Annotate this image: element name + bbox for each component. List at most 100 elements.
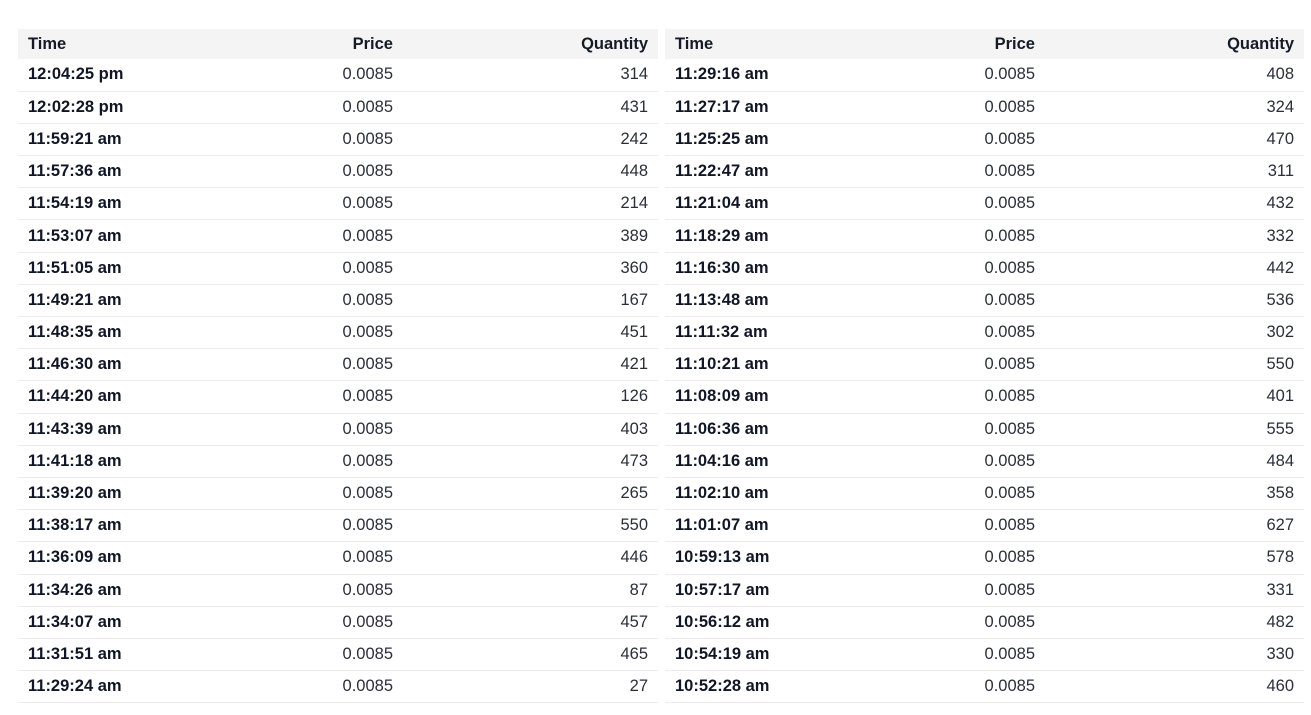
trade-quantity: 442 (1266, 258, 1294, 277)
trade-quantity: 446 (620, 548, 648, 567)
table-row: 11:44:20 am 0.0085 126 (18, 381, 658, 414)
trade-quantity: 403 (620, 419, 648, 438)
trade-time: 11:34:26 am (28, 580, 122, 599)
trade-quantity: 431 (620, 97, 648, 116)
trade-quantity: 324 (1266, 97, 1294, 116)
trade-time: 11:29:16 am (675, 65, 769, 84)
trade-price: 0.0085 (984, 419, 1035, 438)
trade-quantity: 242 (620, 129, 648, 148)
trade-time: 11:04:16 am (675, 451, 769, 470)
trade-price: 0.0085 (342, 258, 393, 277)
table-row: 11:25:25 am 0.0085 470 (665, 123, 1304, 156)
trade-time: 11:01:07 am (675, 516, 769, 535)
trade-quantity: 360 (620, 258, 648, 277)
trade-price: 0.0085 (984, 355, 1035, 374)
trade-quantity: 465 (620, 644, 648, 663)
trade-price: 0.0085 (984, 162, 1035, 181)
trade-price: 0.0085 (984, 258, 1035, 277)
trade-price: 0.0085 (342, 355, 393, 374)
trade-time: 12:04:25 pm (28, 65, 124, 84)
trade-price: 0.0085 (342, 677, 393, 696)
table-row: 11:49:21 am 0.0085 167 (18, 284, 658, 317)
table-row: 11:08:09 am 0.0085 401 (665, 381, 1304, 414)
trade-time: 12:02:28 pm (28, 97, 124, 116)
table-header-row: Time Price Quantity (18, 29, 658, 59)
table-row: 10:59:13 am 0.0085 578 (665, 542, 1304, 574)
trade-quantity: 265 (620, 484, 648, 503)
table-header-row: Time Price Quantity (665, 29, 1304, 59)
table-row: 11:04:16 am 0.0085 484 (665, 445, 1304, 478)
table-row: 11:02:10 am 0.0085 358 (665, 477, 1304, 510)
table-row: 11:41:18 am 0.0085 473 (18, 445, 658, 478)
table-row: 11:34:26 am 0.0085 87 (18, 574, 658, 607)
table-row: 11:51:05 am 0.0085 360 (18, 252, 658, 285)
trade-quantity: 214 (620, 194, 648, 213)
table-row: 11:34:07 am 0.0085 457 (18, 606, 658, 639)
trade-quantity: 332 (1266, 226, 1294, 245)
trade-quantity: 555 (1266, 419, 1294, 438)
trade-quantity: 389 (620, 226, 648, 245)
trade-time: 11:29:24 am (28, 677, 122, 696)
trade-price: 0.0085 (984, 516, 1035, 535)
trade-price: 0.0085 (984, 484, 1035, 503)
trade-price: 0.0085 (984, 290, 1035, 309)
trade-time: 11:10:21 am (675, 355, 769, 374)
price-column-header[interactable]: Price (815, 29, 1045, 59)
trade-time: 11:02:10 am (675, 484, 769, 503)
trades-table-right-body: 11:29:16 am 0.0085 408 11:27:17 am 0.0085 324… (665, 59, 1304, 703)
trade-quantity: 550 (620, 516, 648, 535)
trade-quantity: 578 (1266, 548, 1294, 567)
time-column-header[interactable]: Time (665, 29, 815, 59)
trade-quantity: 311 (1267, 162, 1294, 181)
trade-time: 11:31:51 am (28, 644, 122, 663)
quantity-column-header[interactable]: Quantity (1045, 29, 1304, 59)
table-row: 11:11:32 am 0.0085 302 (665, 317, 1304, 349)
trade-price: 0.0085 (342, 65, 393, 84)
trade-price: 0.0085 (342, 226, 393, 245)
trade-time: 11:53:07 am (28, 226, 122, 245)
time-column-header[interactable]: Time (18, 29, 168, 59)
trade-time: 11:06:36 am (675, 419, 769, 438)
trade-price: 0.0085 (984, 323, 1035, 342)
trade-quantity: 460 (1266, 677, 1294, 696)
trade-time: 11:08:09 am (675, 387, 769, 406)
trade-quantity: 482 (1266, 612, 1294, 631)
trade-quantity: 470 (1266, 129, 1294, 148)
trade-price: 0.0085 (984, 451, 1035, 470)
table-row: 10:57:17 am 0.0085 331 (665, 574, 1304, 607)
trade-time: 11:44:20 am (28, 387, 122, 406)
trade-quantity: 484 (1266, 451, 1294, 470)
trade-quantity: 330 (1266, 644, 1294, 663)
trade-price: 0.0085 (984, 226, 1035, 245)
table-row: 11:22:47 am 0.0085 311 (665, 156, 1304, 188)
table-row: 11:31:51 am 0.0085 465 (18, 638, 658, 671)
trade-time: 11:51:05 am (28, 258, 122, 277)
trade-time: 11:38:17 am (28, 516, 122, 535)
table-row: 11:54:19 am 0.0085 214 (18, 188, 658, 220)
trade-quantity: 167 (620, 290, 648, 309)
price-column-header[interactable]: Price (168, 29, 403, 59)
table-row: 10:54:19 am 0.0085 330 (665, 638, 1304, 671)
trade-time: 11:43:39 am (28, 419, 122, 438)
table-row: 12:02:28 pm 0.0085 431 (18, 91, 658, 124)
trade-time: 11:41:18 am (28, 451, 122, 470)
trade-time: 11:46:30 am (28, 355, 122, 374)
trade-price: 0.0085 (342, 162, 393, 181)
table-row: 11:13:48 am 0.0085 536 (665, 284, 1304, 317)
table-row: 11:57:36 am 0.0085 448 (18, 156, 658, 188)
trade-price: 0.0085 (342, 612, 393, 631)
trade-quantity: 358 (1266, 484, 1294, 503)
trade-price: 0.0085 (984, 129, 1035, 148)
table-row: 11:18:29 am 0.0085 332 (665, 220, 1304, 253)
quantity-column-header[interactable]: Quantity (403, 29, 658, 59)
table-row: 11:01:07 am 0.0085 627 (665, 510, 1304, 542)
trade-quantity: 314 (620, 65, 648, 84)
table-row: 11:16:30 am 0.0085 442 (665, 252, 1304, 285)
table-row: 11:38:17 am 0.0085 550 (18, 510, 658, 542)
trade-quantity: 408 (1266, 65, 1294, 84)
trade-time: 11:57:36 am (28, 162, 122, 181)
table-row: 11:27:17 am 0.0085 324 (665, 91, 1304, 124)
trade-price: 0.0085 (342, 194, 393, 213)
trade-time: 10:57:17 am (675, 580, 770, 599)
trade-price: 0.0085 (342, 548, 393, 567)
